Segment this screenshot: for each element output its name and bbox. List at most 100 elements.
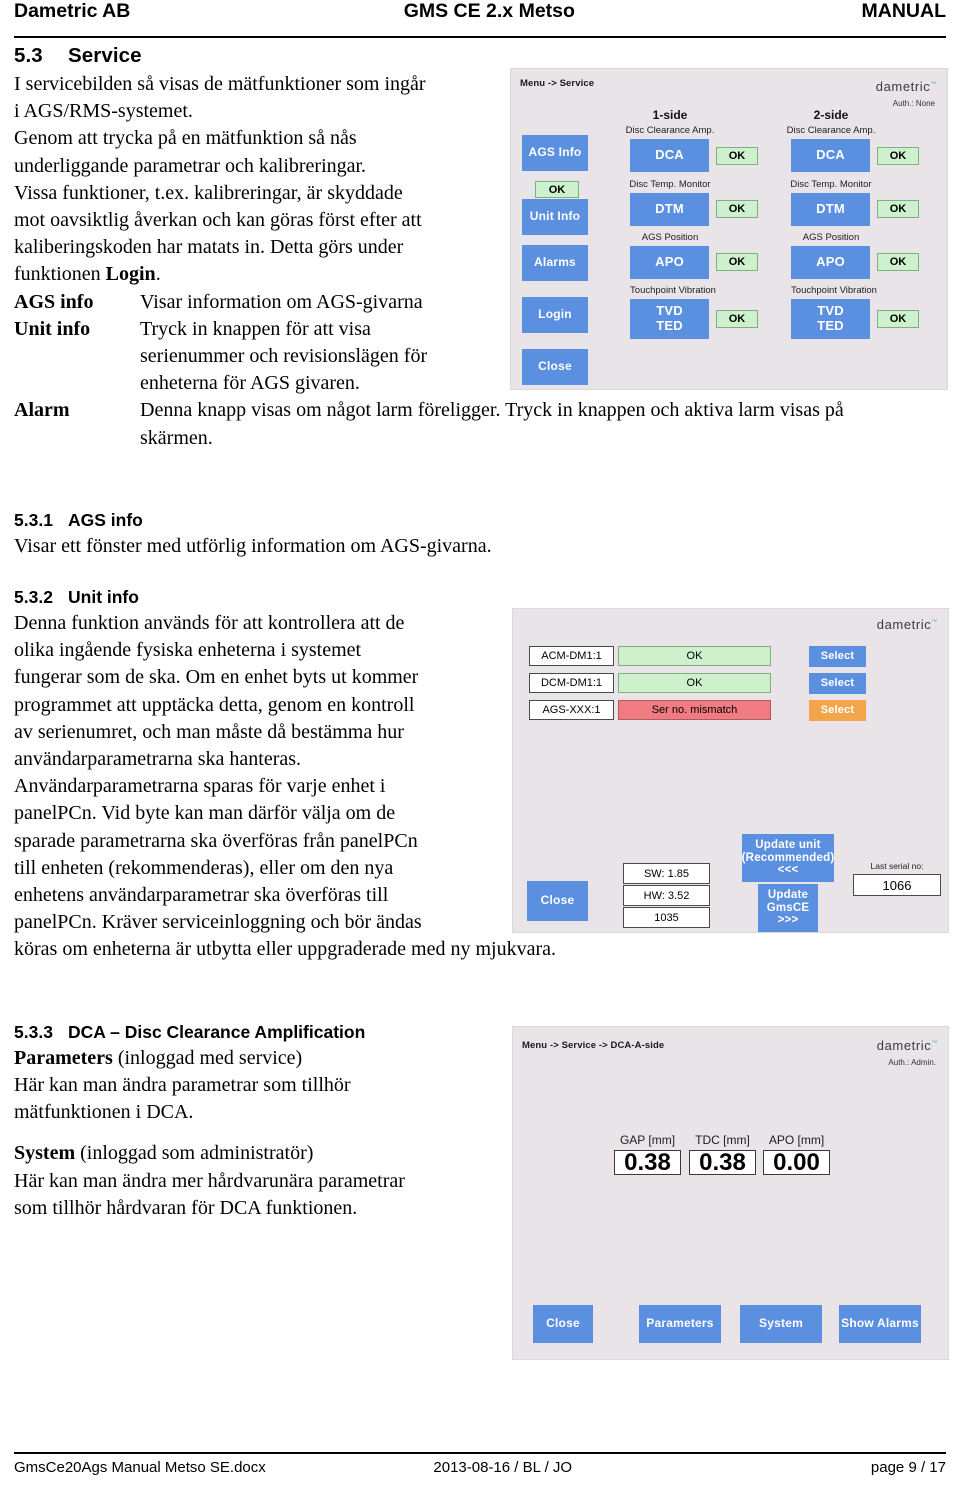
- caption-tvd-2side: Touchpoint Vibration: [791, 285, 877, 296]
- line: Här kan man ändra parametrar som tillhör: [14, 1073, 351, 1096]
- heading-5-3-1-title: AGS info: [68, 509, 143, 530]
- page-header: Dametric AB GMS CE 2.x Metso MANUAL: [14, 0, 946, 38]
- breadcrumb: Menu -> Service -> DCA-A-side: [522, 1040, 665, 1051]
- heading-5-3-2-number: 5.3.2: [14, 587, 53, 608]
- button-dca-1side[interactable]: DCA: [630, 139, 709, 172]
- button-apo-2side[interactable]: APO: [791, 246, 870, 279]
- button-ags-info[interactable]: AGS Info: [522, 135, 588, 171]
- paragraph-5-3-2: Denna funktion används för att kontrolle…: [14, 610, 509, 936]
- definition-term: AGS info: [14, 290, 94, 313]
- heading-5-3: 5.3 Service: [14, 44, 946, 68]
- unit-name-ags: AGS-XXX:1: [529, 700, 614, 720]
- button-unit-info[interactable]: Unit Info: [522, 199, 588, 235]
- line: Genom att trycka på en mätfunktion så nå…: [14, 127, 357, 150]
- button-line2: GmsCE: [766, 901, 810, 914]
- button-apo-1side[interactable]: APO: [630, 246, 709, 279]
- status-apo-2side: OK: [877, 253, 919, 271]
- status-dca-2side: OK: [877, 147, 919, 165]
- button-login[interactable]: Login: [522, 297, 588, 333]
- button-line2: (Recommended): [741, 851, 835, 864]
- screenshot-service-panel: Menu -> Service dametric™ Auth.: None 1-…: [510, 68, 948, 390]
- line: I servicebilden så visas de mätfunktione…: [14, 73, 426, 95]
- line: skärmen.: [140, 426, 213, 449]
- button-dca-2side[interactable]: DCA: [791, 139, 870, 172]
- heading-5-3-2: 5.3.2 Unit info: [14, 587, 946, 608]
- heading-5-3-1-number: 5.3.1: [14, 509, 53, 530]
- status-dtm-2side: OK: [877, 200, 919, 218]
- breadcrumb: Menu -> Service: [520, 78, 595, 89]
- paragraph-5-3-3-parameters: Parameters (inloggad med service) Här ka…: [14, 1045, 509, 1127]
- line: sparade parametrarna ska överföras från …: [14, 829, 418, 852]
- line: som tillhör hårdvaran för DCA funktionen…: [14, 1196, 358, 1219]
- column-header-1-side: 1-side: [652, 108, 688, 122]
- button-close[interactable]: Close: [527, 881, 588, 921]
- line: panelPCn. Vid byte kan man därför välja …: [14, 802, 396, 825]
- dametric-logo: dametric™: [876, 1038, 938, 1053]
- footer-page: page 9 / 17: [870, 1459, 946, 1476]
- status-apo-1side: OK: [716, 253, 758, 271]
- button-dtm-2side[interactable]: DTM: [791, 193, 870, 226]
- line: mätfunktionen i DCA.: [14, 1101, 194, 1124]
- line: Denna knapp visas om något larm föreligg…: [140, 399, 844, 422]
- line: Vissa funktioner, t.ex. kalibreringar, ä…: [14, 181, 403, 204]
- line: enheterna för AGS givaren.: [140, 372, 360, 395]
- button-dtm-1side[interactable]: DTM: [630, 193, 709, 226]
- value-serial-number: 1035: [623, 907, 710, 928]
- heading-5-3-3-number: 5.3.3: [14, 1021, 53, 1042]
- unit-name-acm: ACM-DM1:1: [529, 646, 614, 666]
- button-tvd-ted-1side[interactable]: TVD TED: [630, 299, 709, 339]
- label-last-serial-no: Last serial no:: [870, 861, 924, 871]
- paragraph-5-3-2-last: köras om enheterna är utbytta eller uppg…: [14, 938, 557, 961]
- button-show-alarms[interactable]: Show Alarms: [839, 1305, 921, 1343]
- paragraph-5-3-3-system: System (inloggad som administratör) Här …: [14, 1140, 509, 1222]
- button-update-unit[interactable]: Update unit (Recommended) <<<: [742, 834, 834, 882]
- value-tdc: 0.38: [689, 1149, 756, 1176]
- button-tvd-ted-2side[interactable]: TVD TED: [791, 299, 870, 339]
- screenshot-unit-info: dametric™ ACM-DM1:1 OK Select DCM-DM1:1 …: [512, 608, 949, 933]
- header-product: GMS CE 2.x Metso: [403, 0, 575, 22]
- line: (inloggad med service): [112, 1046, 303, 1069]
- dametric-logo: dametric™: [876, 617, 938, 632]
- definition-term: Unit info: [14, 317, 91, 340]
- line: Tryck in knappen för att visa: [140, 317, 371, 340]
- button-line3: <<<: [777, 864, 799, 877]
- button-select-dcm[interactable]: Select: [809, 673, 866, 694]
- heading-5-3-3-title: DCA – Disc Clearance Amplification: [68, 1021, 366, 1042]
- button-select-acm[interactable]: Select: [809, 646, 866, 667]
- button-parameters[interactable]: Parameters: [639, 1305, 721, 1343]
- status-tvd-2side: OK: [877, 310, 919, 328]
- line: i AGS/RMS-systemet.: [14, 100, 193, 123]
- value-last-serial-no: 1066: [853, 874, 941, 896]
- unit-status-ags: Ser no. mismatch: [618, 700, 771, 720]
- button-close[interactable]: Close: [522, 349, 588, 385]
- footer-date: 2013-08-16 / BL / JO: [433, 1459, 573, 1476]
- value-hardware-version: HW: 3.52: [623, 885, 710, 906]
- button-line1: TVD: [656, 303, 683, 319]
- status-dtm-1side: OK: [716, 200, 758, 218]
- heading-5-3-number: 5.3: [14, 44, 43, 67]
- value-software-version: SW: 1.85: [623, 863, 710, 884]
- button-line3: >>>: [777, 914, 799, 927]
- page-footer: GmsCe20Ags Manual Metso SE.docx 2013-08-…: [14, 1452, 946, 1482]
- label-tdc: TDC [mm]: [695, 1133, 750, 1147]
- caption-dtm-2side: Disc Temp. Monitor: [790, 179, 872, 190]
- value-apo: 0.00: [763, 1149, 830, 1176]
- line: serienummer och revisionslägen för: [140, 345, 428, 368]
- parameters-keyword: Parameters: [14, 1046, 113, 1069]
- system-keyword: System: [14, 1142, 76, 1165]
- line: av serienumret, och man måste då bestämm…: [14, 720, 404, 743]
- status-dca-1side: OK: [716, 147, 758, 165]
- button-select-ags[interactable]: Select: [809, 700, 866, 721]
- line: underliggande parametrar och kalibrering…: [14, 154, 367, 177]
- unit-status-acm: OK: [618, 646, 771, 666]
- heading-5-3-2-title: Unit info: [68, 587, 139, 608]
- caption-apo-2side: AGS Position: [802, 232, 860, 243]
- heading-5-3-1: 5.3.1 AGS info: [14, 510, 946, 531]
- line: Denna funktion används för att kontrolle…: [14, 612, 405, 635]
- button-close[interactable]: Close: [533, 1305, 593, 1343]
- value-gap: 0.38: [614, 1149, 681, 1176]
- caption-apo-1side: AGS Position: [641, 232, 699, 243]
- button-alarms[interactable]: Alarms: [522, 245, 588, 281]
- button-system[interactable]: System: [740, 1305, 822, 1343]
- button-update-gmsce[interactable]: Update GmsCE >>>: [758, 884, 818, 932]
